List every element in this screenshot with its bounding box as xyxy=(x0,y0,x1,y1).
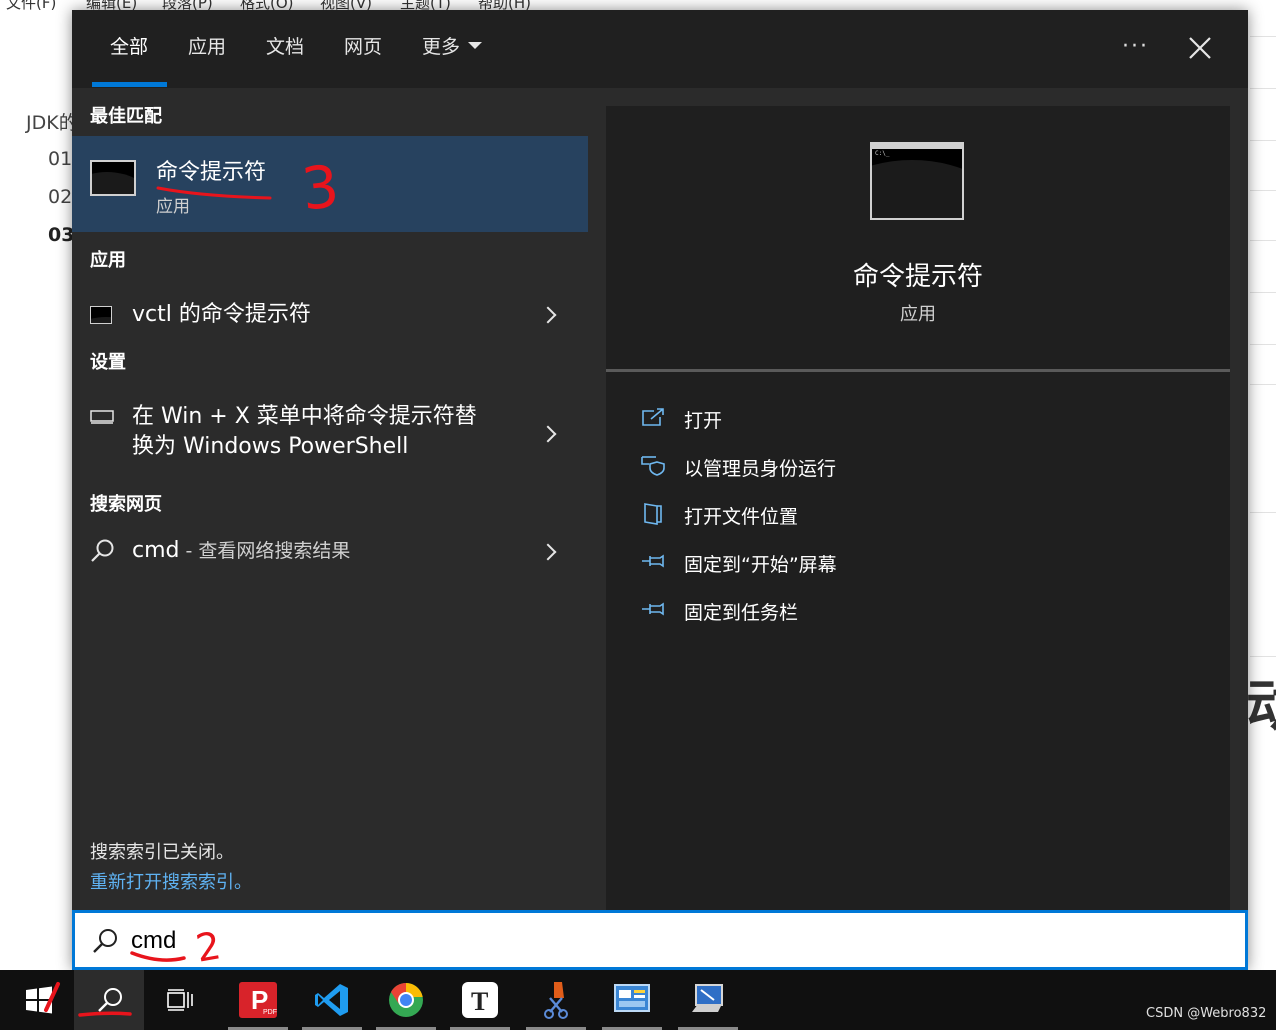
action-run-as-admin[interactable]: 以管理员身份运行 xyxy=(640,446,1200,486)
taskbar-snipping-tool[interactable] xyxy=(526,970,586,1030)
chevron-right-icon xyxy=(539,543,557,561)
search-index-notice: 搜索索引已关闭。 重新打开搜索索引。 xyxy=(72,824,588,908)
result-winx-powershell-setting[interactable]: 在 Win + X 菜单中将命令提示符替 换为 Windows PowerShe… xyxy=(72,392,588,468)
web-query-suffix: - 查看网络搜索结果 xyxy=(179,540,351,562)
search-box xyxy=(72,910,1248,970)
apps-heading: 应用 xyxy=(90,250,126,271)
action-pin-to-start[interactable]: 固定到“开始”屏幕 xyxy=(640,542,1200,582)
vscode-icon xyxy=(315,984,348,1016)
taskbar-remote-desktop[interactable] xyxy=(678,970,738,1030)
reenable-index-link[interactable]: 重新打开搜索索引。 xyxy=(90,868,252,894)
outline-item[interactable]: 03 xyxy=(48,224,74,246)
background-heading-fragment: 动 xyxy=(1246,674,1276,739)
menu-file[interactable]: 文件(F) xyxy=(6,0,56,13)
action-label: 打开文件位置 xyxy=(684,506,799,528)
search-icon xyxy=(91,539,114,562)
tab-all[interactable]: 全部 xyxy=(110,32,148,59)
action-label: 以管理员身份运行 xyxy=(684,458,837,480)
action-label: 打开 xyxy=(684,410,723,432)
typora-icon: T xyxy=(462,982,498,1018)
index-off-text: 搜索索引已关闭。 xyxy=(90,842,234,863)
taskbar-control-panel[interactable] xyxy=(602,970,662,1030)
file-location-icon xyxy=(644,503,662,525)
result-label: cmd - 查看网络搜索结果 xyxy=(132,536,350,566)
more-options-button[interactable]: ··· xyxy=(1122,34,1149,59)
snipping-tool-icon xyxy=(544,982,568,1019)
outline-item[interactable]: 02 xyxy=(48,186,72,208)
detail-title: 命令提示符 xyxy=(852,262,983,292)
search-flyout: 全部 应用 文档 网页 更多 ··· 最佳匹配 命令提示符 应用 应用 vctl… xyxy=(72,10,1248,970)
detail-pane: C:\_ 命令提示符 应用 打开 以管理员身份运行 打开文件位置 固定到“开始”… xyxy=(606,106,1230,910)
command-prompt-icon xyxy=(90,160,136,196)
best-match-result[interactable]: 命令提示符 应用 xyxy=(72,136,588,232)
settings-heading: 设置 xyxy=(90,352,126,373)
taskbar-typora[interactable]: T xyxy=(450,970,510,1030)
best-match-subtitle: 应用 xyxy=(156,197,190,217)
svg-text:PDF: PDF xyxy=(263,1009,277,1016)
tab-more-label: 更多 xyxy=(422,36,461,58)
task-view-icon xyxy=(167,989,193,1011)
best-match-title: 命令提示符 xyxy=(156,160,267,185)
shield-icon xyxy=(641,456,665,476)
best-match-heading: 最佳匹配 xyxy=(90,106,162,127)
result-label-line1: 在 Win + X 菜单中将命令提示符替 xyxy=(132,404,477,429)
pin-icon xyxy=(642,602,664,616)
pin-icon xyxy=(642,554,664,568)
command-prompt-icon xyxy=(90,306,112,324)
close-icon xyxy=(1189,37,1211,59)
search-input[interactable] xyxy=(131,923,1131,959)
tab-documents[interactable]: 文档 xyxy=(266,32,304,59)
pdf-reader-icon: PPDF xyxy=(239,982,277,1018)
taskbar: P PDF T CSDN @Webro832 xyxy=(0,970,1276,1030)
start-icon xyxy=(26,986,52,1014)
chrome-icon xyxy=(389,983,423,1017)
web-query: cmd xyxy=(132,538,180,563)
active-tab-indicator xyxy=(92,82,167,87)
result-vctl-command-prompt[interactable]: vctl 的命令提示符 xyxy=(72,286,588,346)
close-button[interactable] xyxy=(1186,34,1214,62)
tab-apps[interactable]: 应用 xyxy=(188,32,226,59)
command-prompt-icon: C:\_ xyxy=(870,142,964,220)
control-panel-icon xyxy=(614,984,650,1012)
remote-desktop-icon xyxy=(692,984,723,1012)
chevron-right-icon xyxy=(539,425,557,443)
taskbar-pdf-reader[interactable]: P PDF xyxy=(228,970,288,1030)
chevron-right-icon xyxy=(539,306,557,324)
action-open[interactable]: 打开 xyxy=(640,398,1200,438)
svg-text:T: T xyxy=(471,987,488,1016)
result-label-line2: 换为 Windows PowerShell xyxy=(132,434,409,459)
tab-more[interactable]: 更多 xyxy=(422,32,483,59)
task-view-button[interactable] xyxy=(152,970,212,1030)
tab-web[interactable]: 网页 xyxy=(344,32,382,59)
result-label: vctl 的命令提示符 xyxy=(132,302,311,327)
search-icon xyxy=(93,929,117,953)
taskbar-chrome[interactable] xyxy=(376,970,436,1030)
taskbar-search-button[interactable] xyxy=(74,970,144,1030)
action-label: 固定到任务栏 xyxy=(684,602,799,624)
detail-subtitle: 应用 xyxy=(900,304,936,325)
display-settings-icon xyxy=(90,410,114,424)
watermark-text: CSDN @Webro832 xyxy=(1146,1006,1267,1021)
taskbar-vscode[interactable] xyxy=(302,970,362,1030)
chevron-down-icon xyxy=(468,42,483,49)
open-icon xyxy=(642,408,664,426)
action-open-file-location[interactable]: 打开文件位置 xyxy=(640,494,1200,534)
divider xyxy=(606,369,1230,372)
flyout-topbar: 全部 应用 文档 网页 更多 ··· xyxy=(72,10,1248,88)
results-pane: 最佳匹配 命令提示符 应用 应用 vctl 的命令提示符 设置 在 Win + … xyxy=(72,88,588,908)
action-pin-to-taskbar[interactable]: 固定到任务栏 xyxy=(640,590,1200,630)
result-web-search[interactable]: cmd - 查看网络搜索结果 xyxy=(72,522,588,582)
search-icon xyxy=(98,988,122,1012)
web-search-heading: 搜索网页 xyxy=(90,494,162,515)
outline-item[interactable]: JDK的 xyxy=(26,108,78,135)
start-button[interactable] xyxy=(10,970,70,1030)
icon-prompt-text: C:\_ xyxy=(875,150,890,157)
action-label: 固定到“开始”屏幕 xyxy=(684,554,837,576)
